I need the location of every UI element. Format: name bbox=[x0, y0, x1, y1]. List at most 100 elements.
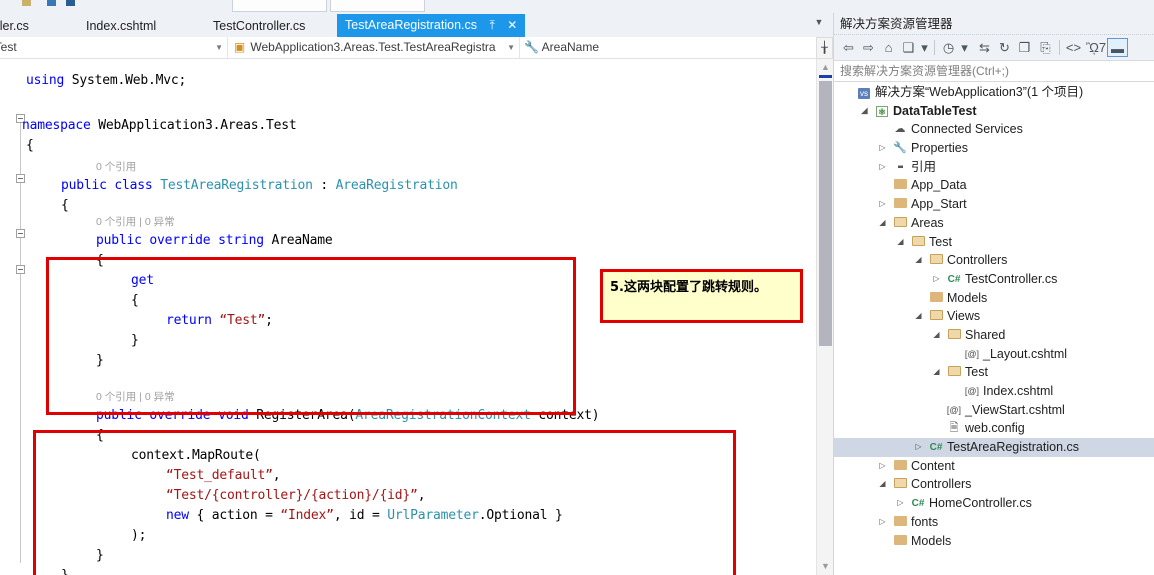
twisty-collapsed-icon[interactable]: ▷ bbox=[876, 513, 889, 532]
tree-item-layout-cshtml[interactable]: [@] _Layout.cshtml bbox=[834, 345, 1154, 364]
tree-item-datatabletest[interactable]: ◢ ⚛ DataTableTest bbox=[834, 102, 1154, 121]
code-token: { bbox=[131, 293, 139, 308]
twisty-expanded-icon[interactable]: ◢ bbox=[930, 326, 943, 345]
scroll-down-arrow-icon[interactable]: ▼ bbox=[820, 562, 831, 571]
annotation-callout: 5.这两块配置了跳转规则。 bbox=[600, 269, 803, 323]
tree-item-areas[interactable]: ◢ Areas bbox=[834, 214, 1154, 233]
chevron-down-icon[interactable]: ▼ bbox=[507, 37, 515, 58]
codelens-item[interactable]: 0 个引用 bbox=[96, 159, 136, 174]
fold-toggle-property[interactable] bbox=[16, 229, 25, 238]
editor-tab-testcontrollercs[interactable]: TestController.cs bbox=[205, 15, 313, 37]
tree-item-testarearegistration-cs[interactable]: ▷ C# TestAreaRegistration.cs bbox=[834, 438, 1154, 457]
scroll-up-arrow-icon[interactable]: ▲ bbox=[820, 63, 831, 72]
twisty-expanded-icon[interactable]: ◢ bbox=[876, 475, 889, 494]
twisty-expanded-icon[interactable]: ◢ bbox=[930, 363, 943, 382]
back-icon[interactable]: ⇦ bbox=[840, 38, 857, 57]
tree-item-models[interactable]: Models bbox=[834, 289, 1154, 308]
tree-item-connected-services[interactable]: ☁ Connected Services bbox=[834, 120, 1154, 139]
tree-item-testcontroller-cs[interactable]: ▷ C# TestController.cs bbox=[834, 270, 1154, 289]
show-all-files-icon[interactable]: ⎘ bbox=[1037, 38, 1054, 57]
collapse-all-icon[interactable]: ❐ bbox=[1016, 38, 1033, 57]
codelens-item[interactable]: 0 个引用 | 0 异常 bbox=[96, 389, 175, 404]
tree-item-label: HomeController.cs bbox=[929, 496, 1032, 511]
tree-item-app-data[interactable]: App_Data bbox=[834, 176, 1154, 195]
chevron-down-icon[interactable]: ▼ bbox=[215, 37, 223, 58]
tree-item-controllers[interactable]: ◢ Controllers bbox=[834, 475, 1154, 494]
twisty-expanded-icon[interactable]: ◢ bbox=[912, 307, 925, 326]
solution-explorer-search-input[interactable]: 搜索解决方案资源管理器(Ctrl+;) bbox=[834, 60, 1154, 82]
tree-item-viewstart-cshtml[interactable]: [@] _ViewStart.cshtml bbox=[834, 401, 1154, 420]
code-token: “Test_default” bbox=[166, 468, 273, 483]
preview-selected-items-icon[interactable]: ▬ bbox=[1107, 38, 1128, 57]
navbar-project-scope[interactable]: eTest ▼ bbox=[0, 37, 228, 58]
toolbar-icon-3[interactable] bbox=[66, 0, 75, 6]
twisty-collapsed-icon[interactable]: ▷ bbox=[876, 195, 889, 214]
pending-changes-icon[interactable]: ◷ bbox=[940, 38, 957, 57]
tree-item-properties[interactable]: ▷ 🔧 Properties bbox=[834, 139, 1154, 158]
chevron-down-icon[interactable]: ▼ bbox=[813, 17, 825, 31]
properties-icon[interactable]: ᾪ7 bbox=[1086, 38, 1106, 57]
code-token: { bbox=[26, 138, 34, 153]
sync-with-active-document-icon[interactable]: ❑ bbox=[900, 38, 917, 57]
code-token: using bbox=[26, 73, 65, 88]
sync-icon[interactable]: ⇆ bbox=[976, 38, 993, 57]
twisty-collapsed-icon[interactable]: ▷ bbox=[876, 457, 889, 476]
toolbar-combo-2[interactable] bbox=[330, 0, 425, 12]
tree-item-test[interactable]: ◢ Test bbox=[834, 363, 1154, 382]
editor-splitter-button[interactable]: ╁ bbox=[816, 37, 833, 59]
toolbar-combo-1[interactable] bbox=[232, 0, 327, 12]
tree-item-webapplication3-1[interactable]: vs 解决方案“WebApplication3”(1 个项目) bbox=[834, 83, 1154, 102]
tree-item-label: DataTableTest bbox=[893, 103, 977, 118]
tree-item-index-cshtml[interactable]: [@] Index.cshtml bbox=[834, 382, 1154, 401]
code-line: { bbox=[26, 138, 34, 153]
forward-icon[interactable]: ⇨ bbox=[860, 38, 877, 57]
editor-vertical-scrollbar[interactable]: ▲ ▼ bbox=[816, 59, 833, 575]
fold-toggle-class[interactable] bbox=[16, 174, 25, 183]
tree-item-shared[interactable]: ◢ Shared bbox=[834, 326, 1154, 345]
codelens-item[interactable]: 0 个引用 | 0 异常 bbox=[96, 214, 175, 229]
twisty-expanded-icon[interactable]: ◢ bbox=[894, 233, 907, 252]
tree-item-content[interactable]: ▷ Content bbox=[834, 457, 1154, 476]
code-token: { bbox=[96, 428, 104, 443]
twisty-collapsed-icon[interactable]: ▷ bbox=[894, 494, 907, 513]
tree-item-label: App_Data bbox=[911, 178, 967, 193]
tree-item-homecontroller-cs[interactable]: ▷ C# HomeController.cs bbox=[834, 494, 1154, 513]
tree-item-test[interactable]: ◢ Test bbox=[834, 233, 1154, 252]
editor-tab-indexcshtml[interactable]: Index.cshtml bbox=[78, 15, 164, 37]
code-line: new { action = “Index”, id = UrlParamete… bbox=[166, 508, 563, 523]
tree-item-views[interactable]: ◢ Views bbox=[834, 307, 1154, 326]
close-icon[interactable]: ✕ bbox=[507, 14, 517, 37]
twisty-expanded-icon[interactable]: ◢ bbox=[912, 251, 925, 270]
code-editor-surface[interactable]: using System.Web.Mvc; namespace WebApplic… bbox=[0, 59, 833, 575]
tree-item-web-config[interactable]: 🗎 web.config bbox=[834, 419, 1154, 438]
solution-explorer-tree[interactable]: vs 解决方案“WebApplication3”(1 个项目) ◢ ⚛ DataTabl… bbox=[834, 83, 1154, 575]
tree-item-models[interactable]: Models bbox=[834, 532, 1154, 551]
pending-changes-dropdown-icon[interactable]: ▾ bbox=[959, 38, 970, 57]
toolbar-dropdown-icon[interactable]: ▾ bbox=[919, 38, 930, 57]
twisty-collapsed-icon[interactable]: ▷ bbox=[876, 158, 889, 177]
view-code-icon[interactable]: <> bbox=[1065, 38, 1082, 57]
home-icon[interactable]: ⌂ bbox=[880, 38, 897, 57]
scrollbar-caret-marker bbox=[819, 75, 832, 78]
pin-icon[interactable]: ⤒ bbox=[490, 14, 495, 37]
tree-item-controllers[interactable]: ◢ Controllers bbox=[834, 251, 1154, 270]
navbar-member-scope[interactable]: 🔧 AreaName ▼ bbox=[520, 37, 833, 58]
tree-item-[interactable]: ▷ ▪▪ 引用 bbox=[834, 158, 1154, 177]
main-toolbar-strip[interactable] bbox=[0, 0, 1154, 14]
twisty-collapsed-icon[interactable]: ▷ bbox=[912, 438, 925, 457]
twisty-collapsed-icon[interactable]: ▷ bbox=[876, 139, 889, 158]
twisty-collapsed-icon[interactable]: ▷ bbox=[930, 270, 943, 289]
fold-toggle-getter[interactable] bbox=[16, 265, 25, 274]
tree-item-fonts[interactable]: ▷ fonts bbox=[834, 513, 1154, 532]
twisty-expanded-icon[interactable]: ◢ bbox=[876, 214, 889, 233]
toolbar-icon-2[interactable] bbox=[47, 0, 56, 6]
twisty-expanded-icon[interactable]: ◢ bbox=[858, 102, 871, 121]
refresh-icon[interactable]: ↻ bbox=[996, 38, 1013, 57]
toolbar-icon-1[interactable] bbox=[22, 0, 31, 6]
editor-tab-testarearegistrationcs[interactable]: TestAreaRegistration.cs ⤒ ✕ bbox=[337, 14, 526, 37]
tree-item-app-start[interactable]: ▷ App_Start bbox=[834, 195, 1154, 214]
navbar-type-scope[interactable]: ▣ WebApplication3.Areas.Test.TestAreaReg… bbox=[228, 37, 520, 58]
editor-tab-ollercs[interactable]: oller.cs bbox=[0, 15, 37, 37]
folder-open-icon bbox=[929, 254, 943, 265]
scrollbar-thumb[interactable] bbox=[819, 81, 832, 346]
